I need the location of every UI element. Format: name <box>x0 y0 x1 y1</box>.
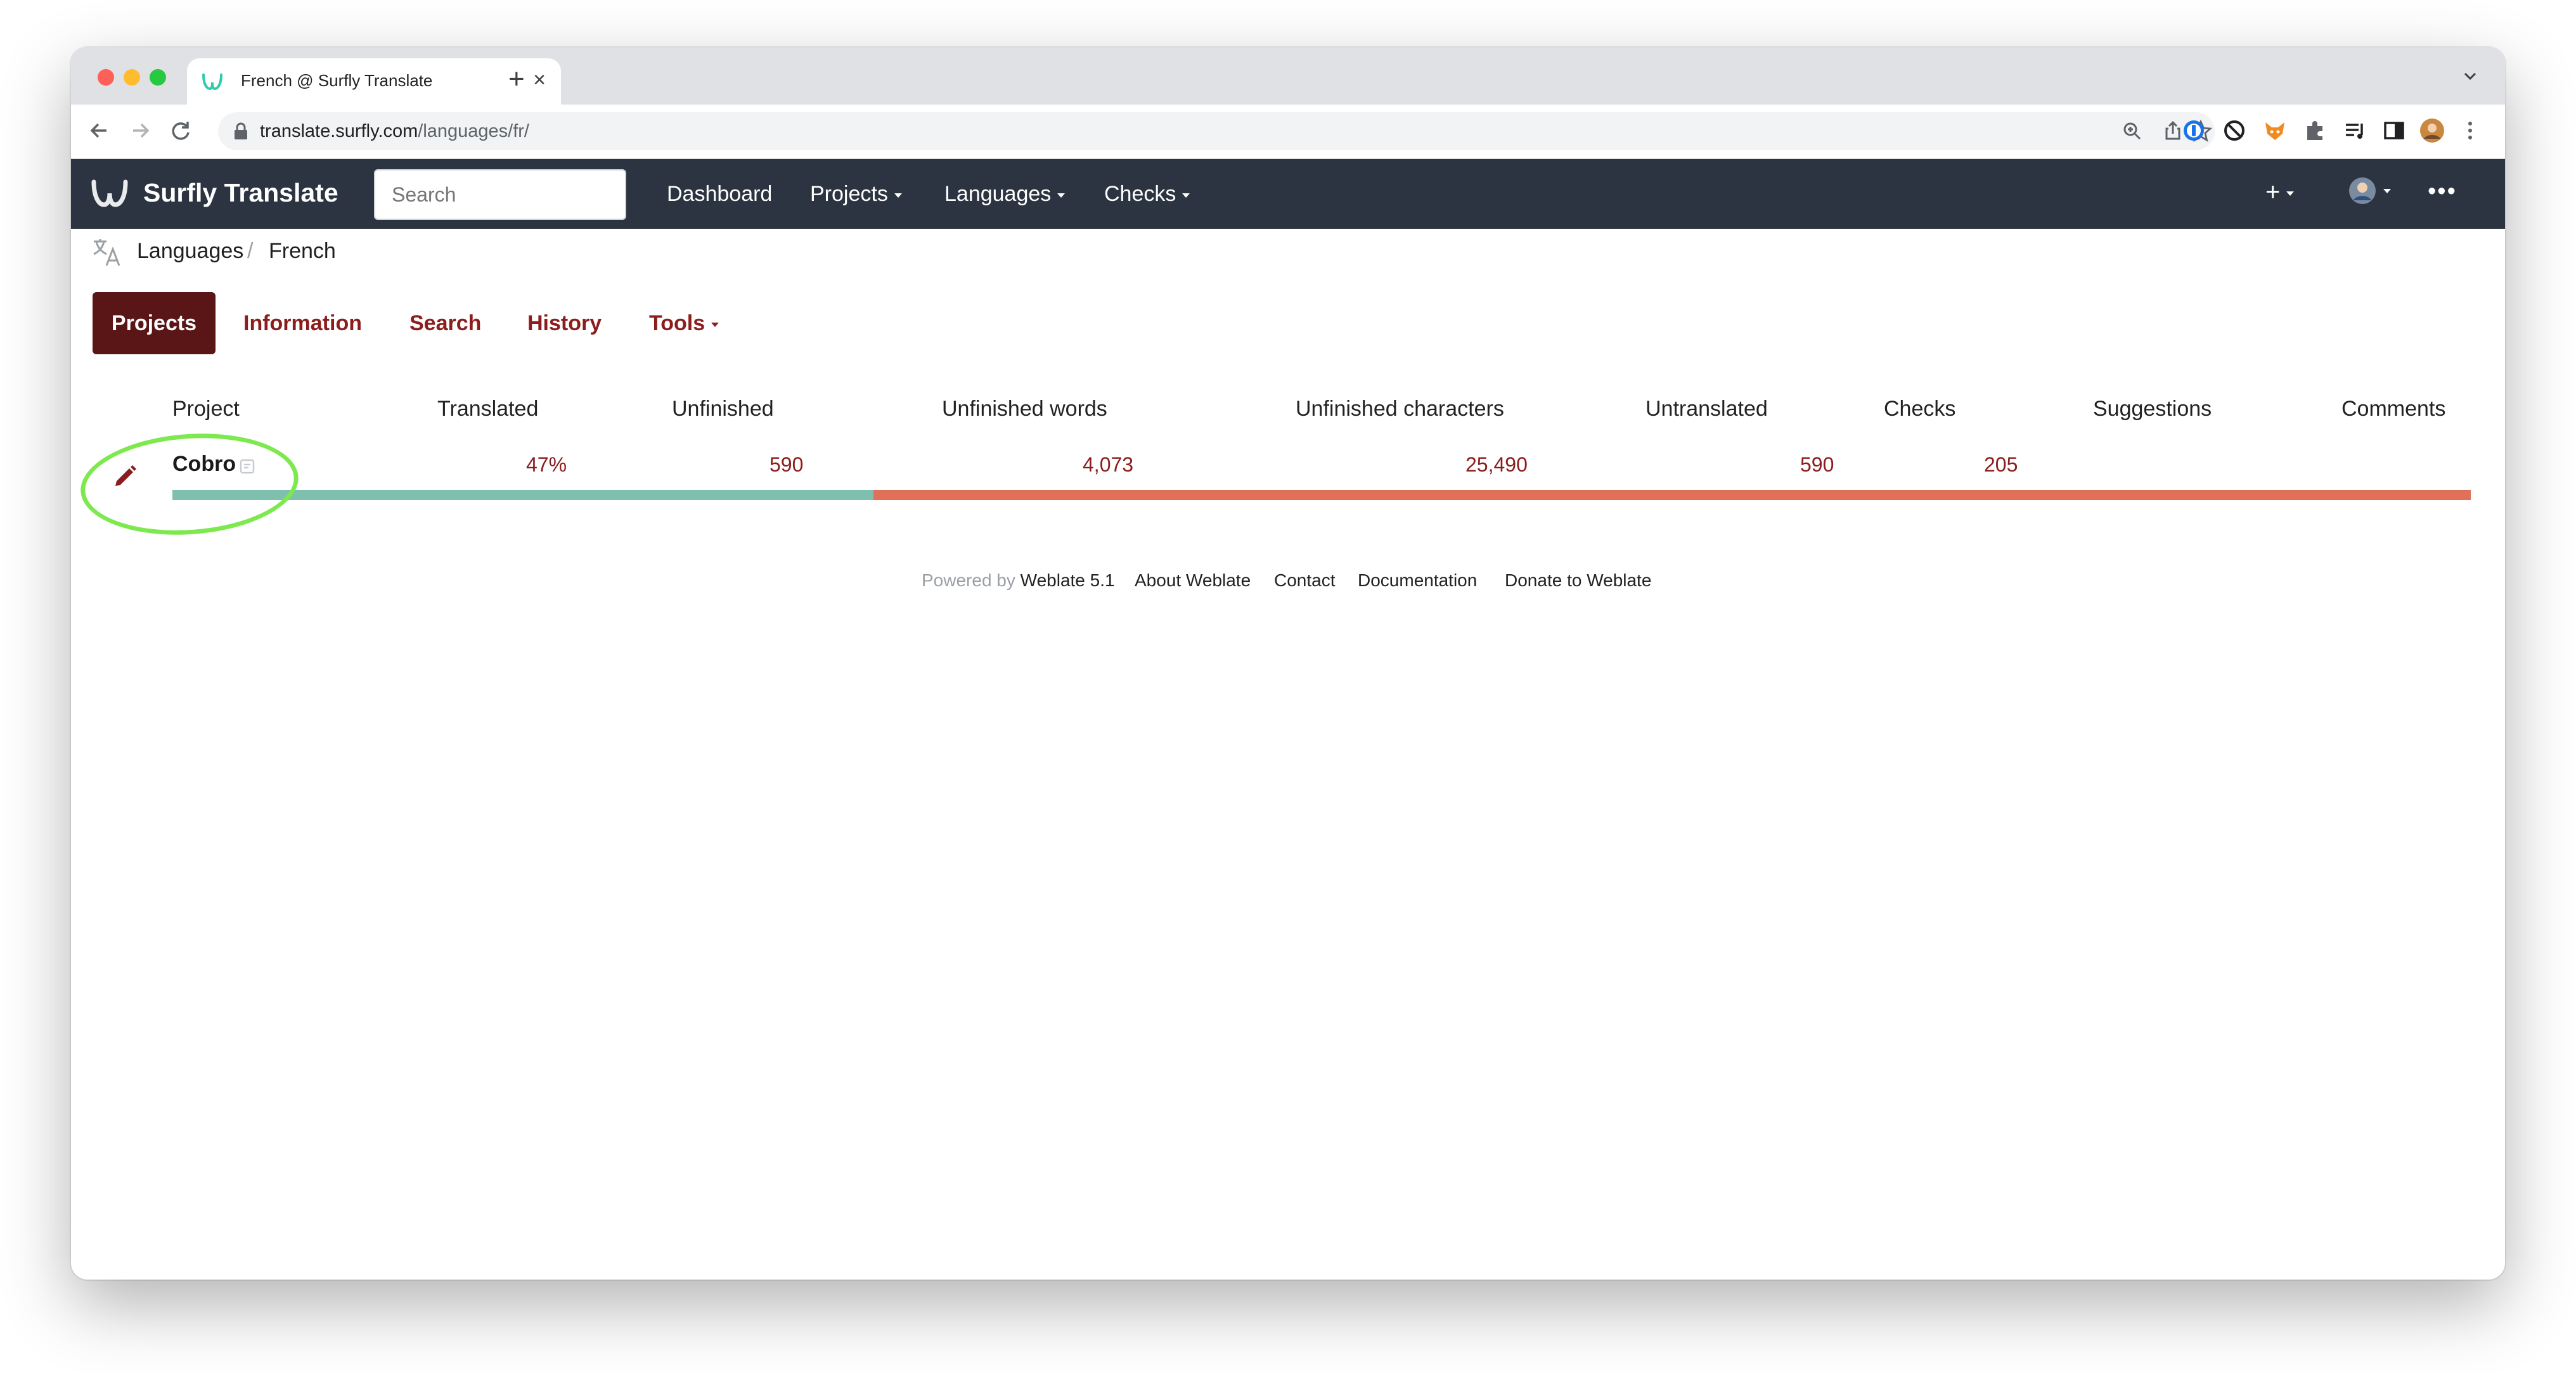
caret-down-icon <box>894 193 902 198</box>
breadcrumb-languages[interactable]: Languages <box>137 239 243 264</box>
nav-languages[interactable]: Languages <box>944 182 1066 207</box>
column-header-project[interactable]: Project <box>172 397 240 421</box>
tab-history[interactable]: History <box>527 292 602 354</box>
tab-information[interactable]: Information <box>243 292 362 354</box>
tab-search-chevron-icon[interactable] <box>2458 64 2482 88</box>
plus-icon: + <box>2265 178 2281 206</box>
more-menu-icon[interactable]: ••• <box>2428 178 2457 205</box>
puzzle-extensions-icon[interactable] <box>2302 117 2329 144</box>
nav-dashboard[interactable]: Dashboard <box>667 182 772 207</box>
footer-about-link[interactable]: About Weblate <box>1135 570 1251 591</box>
cell-unfinished-words[interactable]: 4,073 <box>1083 453 1133 477</box>
nav-checks-label: Checks <box>1104 182 1176 206</box>
tab-projects[interactable]: Projects <box>93 292 216 354</box>
column-header-comments[interactable]: Comments <box>2341 397 2445 421</box>
column-header-unfinished[interactable]: Unfinished <box>672 397 774 421</box>
add-menu[interactable]: + <box>2265 178 2295 207</box>
tab-search[interactable]: Search <box>409 292 481 354</box>
footer-documentation-link[interactable]: Documentation <box>1358 570 1477 591</box>
nav-checks[interactable]: Checks <box>1104 182 1190 207</box>
password-manager-extension-icon[interactable] <box>2180 117 2207 144</box>
url-text: translate.surfly.com/languages/fr/ <box>260 121 529 142</box>
weblate-logo-icon[interactable] <box>90 178 129 209</box>
tab-strip: French @ Surfly Translate × + <box>71 48 2505 105</box>
footer-weblate-version-link[interactable]: Weblate 5.1 <box>1021 570 1115 590</box>
back-arrow-icon[interactable] <box>85 116 114 145</box>
footer-powered-by: Powered by Weblate 5.1 <box>922 570 1115 591</box>
nav-projects-label: Projects <box>810 182 888 206</box>
search-input[interactable] <box>374 169 626 220</box>
cell-untranslated[interactable]: 590 <box>1800 453 1834 477</box>
annotation-highlight-circle <box>77 427 302 542</box>
brand-title[interactable]: Surfly Translate <box>143 178 338 208</box>
address-bar[interactable]: translate.surfly.com/languages/fr/ <box>218 112 2215 150</box>
caret-down-icon <box>2383 188 2391 193</box>
breadcrumb-separator: / <box>247 239 254 263</box>
tab-tools-label: Tools <box>649 311 705 335</box>
lock-icon[interactable] <box>232 122 250 141</box>
caret-down-icon <box>2286 191 2295 196</box>
column-header-untranslated[interactable]: Untranslated <box>1645 397 1768 421</box>
browser-tab[interactable]: French @ Surfly Translate × <box>187 58 561 105</box>
footer-donate-link[interactable]: Donate to Weblate <box>1505 570 1651 591</box>
language-translate-icon <box>93 239 120 266</box>
close-tab-icon[interactable]: × <box>533 67 546 93</box>
tab-title: French @ Surfly Translate <box>241 71 433 90</box>
browser-menu-icon[interactable] <box>2457 117 2483 144</box>
browser-toolbar: translate.surfly.com/languages/fr/ <box>71 105 2505 159</box>
weblate-favicon-icon <box>202 74 222 91</box>
column-header-unfinished-words[interactable]: Unfinished words <box>942 397 1107 421</box>
user-menu[interactable] <box>2348 176 2391 205</box>
column-header-checks[interactable]: Checks <box>1884 397 1955 421</box>
nav-projects[interactable]: Projects <box>810 182 902 207</box>
new-tab-button[interactable]: + <box>508 65 525 93</box>
fox-extension-icon[interactable] <box>2262 117 2288 144</box>
cell-unfinished-characters[interactable]: 25,490 <box>1465 453 1528 477</box>
cell-unfinished[interactable]: 590 <box>770 453 803 477</box>
column-header-suggestions[interactable]: Suggestions <box>2093 397 2212 421</box>
user-avatar-icon <box>2349 177 2376 205</box>
caret-down-icon <box>1057 193 1066 198</box>
column-header-unfinished-characters[interactable]: Unfinished characters <box>1296 397 1504 421</box>
reload-icon[interactable] <box>166 116 195 145</box>
url-path: /languages/fr/ <box>418 121 529 141</box>
breadcrumb-french[interactable]: French <box>269 239 336 264</box>
footer-powered-by-label: Powered by <box>922 570 1015 590</box>
caret-down-icon <box>711 322 719 327</box>
translation-progress-bar <box>172 490 2471 500</box>
cell-checks[interactable]: 205 <box>1984 453 2018 477</box>
close-window-button[interactable] <box>98 69 114 86</box>
url-host: translate.surfly.com <box>260 121 418 141</box>
footer-contact-link[interactable]: Contact <box>1274 570 1336 591</box>
tab-tools[interactable]: Tools <box>649 292 719 354</box>
reading-list-icon[interactable] <box>2341 117 2368 144</box>
caret-down-icon <box>1182 193 1190 198</box>
minimize-window-button[interactable] <box>124 69 140 86</box>
column-header-translated[interactable]: Translated <box>437 397 538 421</box>
cell-translated[interactable]: 47% <box>526 453 567 477</box>
profile-avatar-icon[interactable] <box>2419 117 2445 144</box>
zoom-icon[interactable] <box>2120 119 2145 144</box>
forward-arrow-icon[interactable] <box>126 116 155 145</box>
block-extension-icon[interactable] <box>2221 117 2248 144</box>
nav-languages-label: Languages <box>944 182 1052 206</box>
browser-window: French @ Surfly Translate × + translate.… <box>71 48 2505 1280</box>
maximize-window-button[interactable] <box>150 69 166 86</box>
app-navbar: Surfly Translate Dashboard Projects Lang… <box>71 159 2505 229</box>
side-panel-icon[interactable] <box>2381 117 2407 144</box>
